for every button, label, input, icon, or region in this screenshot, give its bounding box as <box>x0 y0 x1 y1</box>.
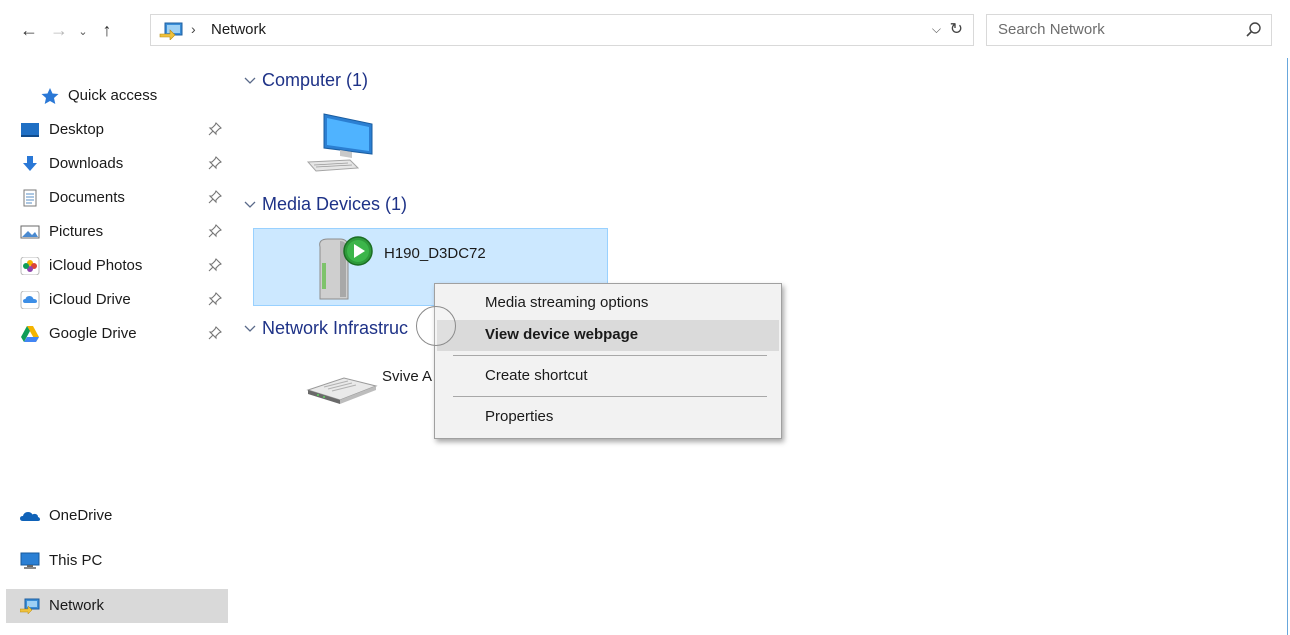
group-divider <box>243 82 1279 83</box>
menu-separator <box>453 396 767 397</box>
google-drive-icon <box>21 326 39 342</box>
sidebar-item-label: OneDrive <box>49 507 113 524</box>
computer-tile[interactable] <box>300 108 380 180</box>
this-pc-icon <box>20 552 40 569</box>
network-icon <box>159 22 183 40</box>
window-border <box>1287 58 1288 635</box>
sidebar-item-icloud-photos[interactable]: iCloud Photos <box>6 249 228 283</box>
sidebar-item-label: Downloads <box>49 155 124 172</box>
pin-icon[interactable] <box>208 326 222 340</box>
pin-icon[interactable] <box>208 292 222 306</box>
address-dropdown-icon[interactable]: ⌵ <box>932 22 941 37</box>
search-placeholder: Search Network <box>998 21 1105 38</box>
sidebar-item-icloud-drive[interactable]: iCloud Drive <box>6 283 228 317</box>
icloud-drive-icon <box>20 291 40 309</box>
sidebar-item-this-pc[interactable]: This PC <box>6 544 228 578</box>
group-title: Media Devices (1) <box>262 194 418 215</box>
up-arrow-icon[interactable]: ↑ <box>96 20 118 40</box>
sidebar-item-label: Quick access <box>68 87 158 104</box>
menu-item-label: Media streaming options <box>485 294 649 311</box>
recent-locations-chevron-icon[interactable]: ⌄ <box>72 22 94 42</box>
sidebar-item-label: Desktop <box>49 121 105 138</box>
refresh-icon[interactable]: ↻ <box>950 19 963 39</box>
sidebar-item-onedrive[interactable]: OneDrive <box>6 499 228 533</box>
sidebar-item-quick-access[interactable]: Quick access <box>6 79 228 113</box>
sidebar-item-google-drive[interactable]: Google Drive <box>6 317 228 351</box>
pin-icon[interactable] <box>208 258 222 272</box>
sidebar-item-downloads[interactable]: Downloads <box>6 147 228 181</box>
menu-item-create-shortcut[interactable]: Create shortcut <box>437 361 779 392</box>
navigation-pane: Quick access Desktop Downloads Documents <box>0 58 232 635</box>
sidebar-item-label: This PC <box>49 552 103 569</box>
pin-icon[interactable] <box>208 190 222 204</box>
sidebar-item-pictures[interactable]: Pictures <box>6 215 228 249</box>
pin-icon[interactable] <box>208 122 222 136</box>
sidebar-item-label: iCloud Drive <box>49 291 131 308</box>
pin-icon[interactable] <box>208 156 222 170</box>
pin-icon[interactable] <box>208 224 222 238</box>
sidebar-item-desktop[interactable]: Desktop <box>6 113 228 147</box>
chevron-down-icon[interactable] <box>243 198 257 212</box>
star-icon <box>41 88 59 104</box>
sidebar-item-label: Pictures <box>49 223 104 240</box>
downloads-icon <box>23 156 37 171</box>
context-menu: Media streaming options View device webp… <box>434 283 782 439</box>
menu-item-label: Create shortcut <box>485 367 588 384</box>
group-title: Computer (1) <box>262 70 379 91</box>
router-label: Svive A <box>382 368 433 385</box>
sidebar-item-label: Google Drive <box>49 325 137 342</box>
group-title: Network Infrastruc <box>262 318 419 339</box>
sidebar-item-label: iCloud Photos <box>49 257 143 274</box>
breadcrumb-network[interactable]: Network <box>211 21 266 38</box>
network-icon <box>20 598 40 615</box>
chevron-down-icon[interactable] <box>243 322 257 336</box>
group-header-media-devices[interactable]: Media Devices (1) <box>243 194 1279 220</box>
media-device-label: H190_D3DC72 <box>384 245 486 262</box>
address-bar-row: ← → ⌄ ↑ › Network ⌵ ↻ Search Network <box>0 0 1290 58</box>
search-input[interactable]: Search Network <box>986 14 1272 46</box>
menu-item-label: Properties <box>485 408 554 425</box>
menu-item-label: View device webpage <box>485 326 639 343</box>
menu-item-properties[interactable]: Properties <box>437 402 779 433</box>
touch-cursor-indicator <box>416 306 456 346</box>
menu-item-media-streaming-options[interactable]: Media streaming options <box>437 288 779 319</box>
sidebar-item-network[interactable]: Network <box>6 589 228 623</box>
group-header-computer[interactable]: Computer (1) <box>243 70 1279 96</box>
search-icon[interactable] <box>1245 21 1263 39</box>
menu-separator <box>453 355 767 356</box>
sidebar-item-label: Network <box>49 597 105 614</box>
desktop-icon <box>21 123 39 137</box>
chevron-down-icon[interactable] <box>243 74 257 88</box>
forward-arrow-icon[interactable]: → <box>48 20 70 40</box>
router-icon <box>306 377 378 404</box>
sidebar-item-documents[interactable]: Documents <box>6 181 228 215</box>
router-tile[interactable]: Svive A <box>300 358 440 408</box>
sidebar-item-label: Documents <box>49 189 125 206</box>
menu-item-view-device-webpage[interactable]: View device webpage <box>437 320 779 351</box>
computer-icon <box>306 113 373 172</box>
pictures-icon <box>20 225 40 239</box>
icloud-photos-icon <box>20 257 40 275</box>
media-device-icon <box>319 236 373 300</box>
onedrive-icon <box>20 512 40 521</box>
address-bar[interactable]: › Network ⌵ ↻ <box>150 14 974 46</box>
documents-icon <box>23 189 37 207</box>
back-arrow-icon[interactable]: ← <box>18 20 40 40</box>
breadcrumb-separator: › <box>191 21 196 37</box>
